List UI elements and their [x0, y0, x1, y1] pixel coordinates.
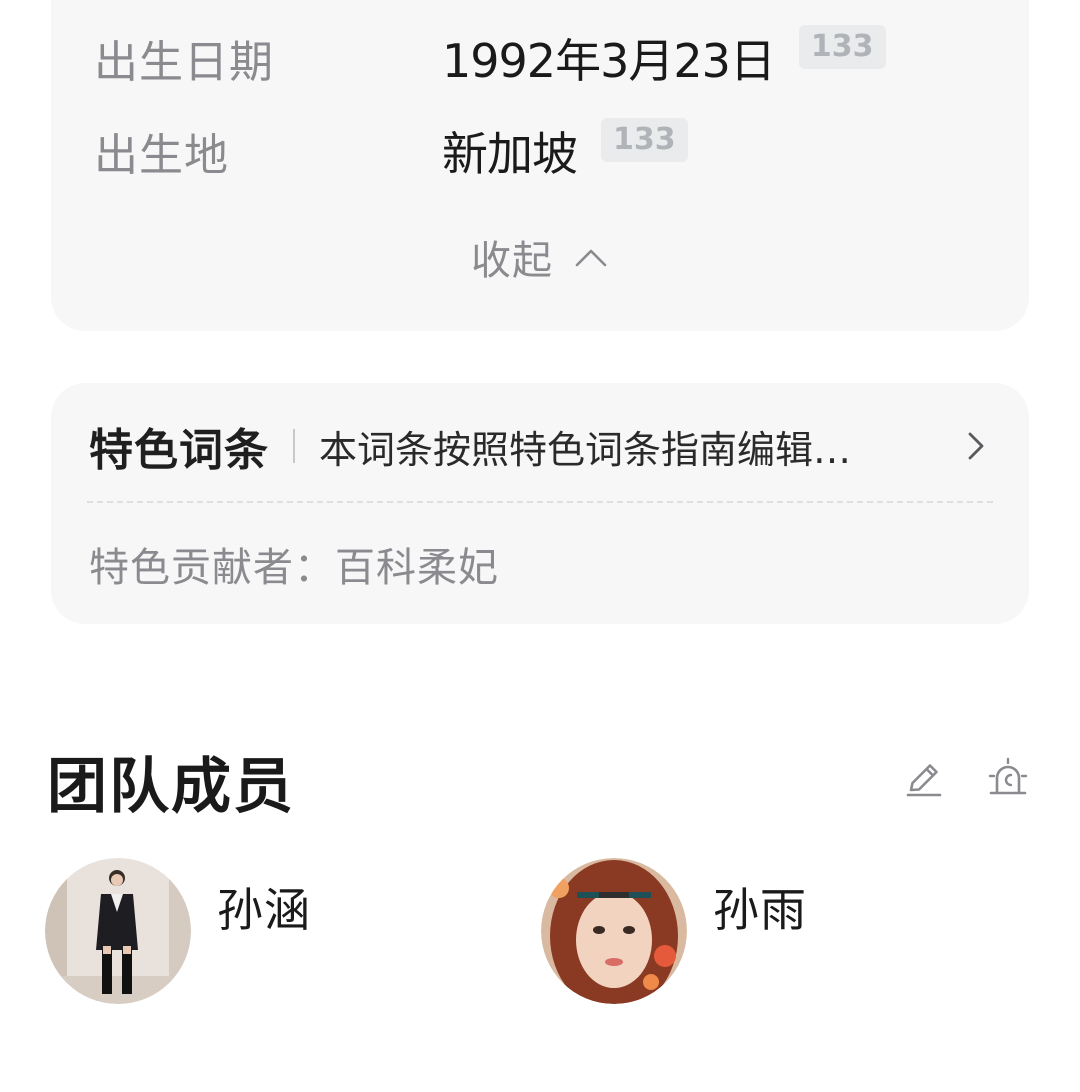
collapse-button[interactable]: 收起 [51, 228, 1029, 286]
pencil-icon[interactable] [902, 756, 946, 800]
alarm-icon[interactable] [986, 756, 1030, 800]
member-avatar[interactable] [45, 858, 191, 1004]
featured-entry-card[interactable]: 特色词条 本词条按照特色词条指南编辑… 特色贡献者：百科柔妃 [51, 383, 1029, 624]
team-member-card[interactable]: 孙涵 [45, 858, 311, 1004]
collapse-label: 收起 [471, 238, 553, 284]
birthdate-label: 出生日期 [94, 37, 274, 88]
dashed-divider [87, 501, 993, 503]
basic-info-card: 出生日期 1992年3月23日 133 出生地 新加坡 133 收起 [51, 0, 1029, 331]
member-name[interactable]: 孙雨 [713, 874, 807, 940]
section-tools [902, 756, 1030, 800]
chevron-right-icon[interactable] [959, 429, 993, 463]
birthdate-value: 1992年3月23日 [442, 34, 776, 88]
featured-entry-header[interactable]: 特色词条 本词条按照特色词条指南编辑… [89, 411, 993, 481]
reference-badge[interactable]: 133 [798, 25, 886, 69]
featured-entry-description: 本词条按照特色词条指南编辑… [319, 427, 852, 472]
featured-contributor: 特色贡献者：百科柔妃 [89, 545, 499, 591]
birthplace-value: 新加坡 [442, 127, 578, 181]
featured-entry-title: 特色词条 [89, 425, 269, 476]
section-title-team: 团队成员 [47, 752, 295, 822]
birthplace-label: 出生地 [94, 130, 229, 181]
team-member-card[interactable]: 孙雨 [541, 858, 807, 1004]
reference-badge[interactable]: 133 [601, 118, 688, 162]
info-row-birthdate: 出生日期 1992年3月23日 133 [94, 25, 886, 88]
info-row-birthplace: 出生地 新加坡 133 [94, 118, 688, 181]
chevron-up-icon [575, 249, 607, 267]
member-name[interactable]: 孙涵 [217, 874, 311, 940]
separator [293, 429, 295, 463]
member-avatar[interactable] [541, 858, 687, 1004]
